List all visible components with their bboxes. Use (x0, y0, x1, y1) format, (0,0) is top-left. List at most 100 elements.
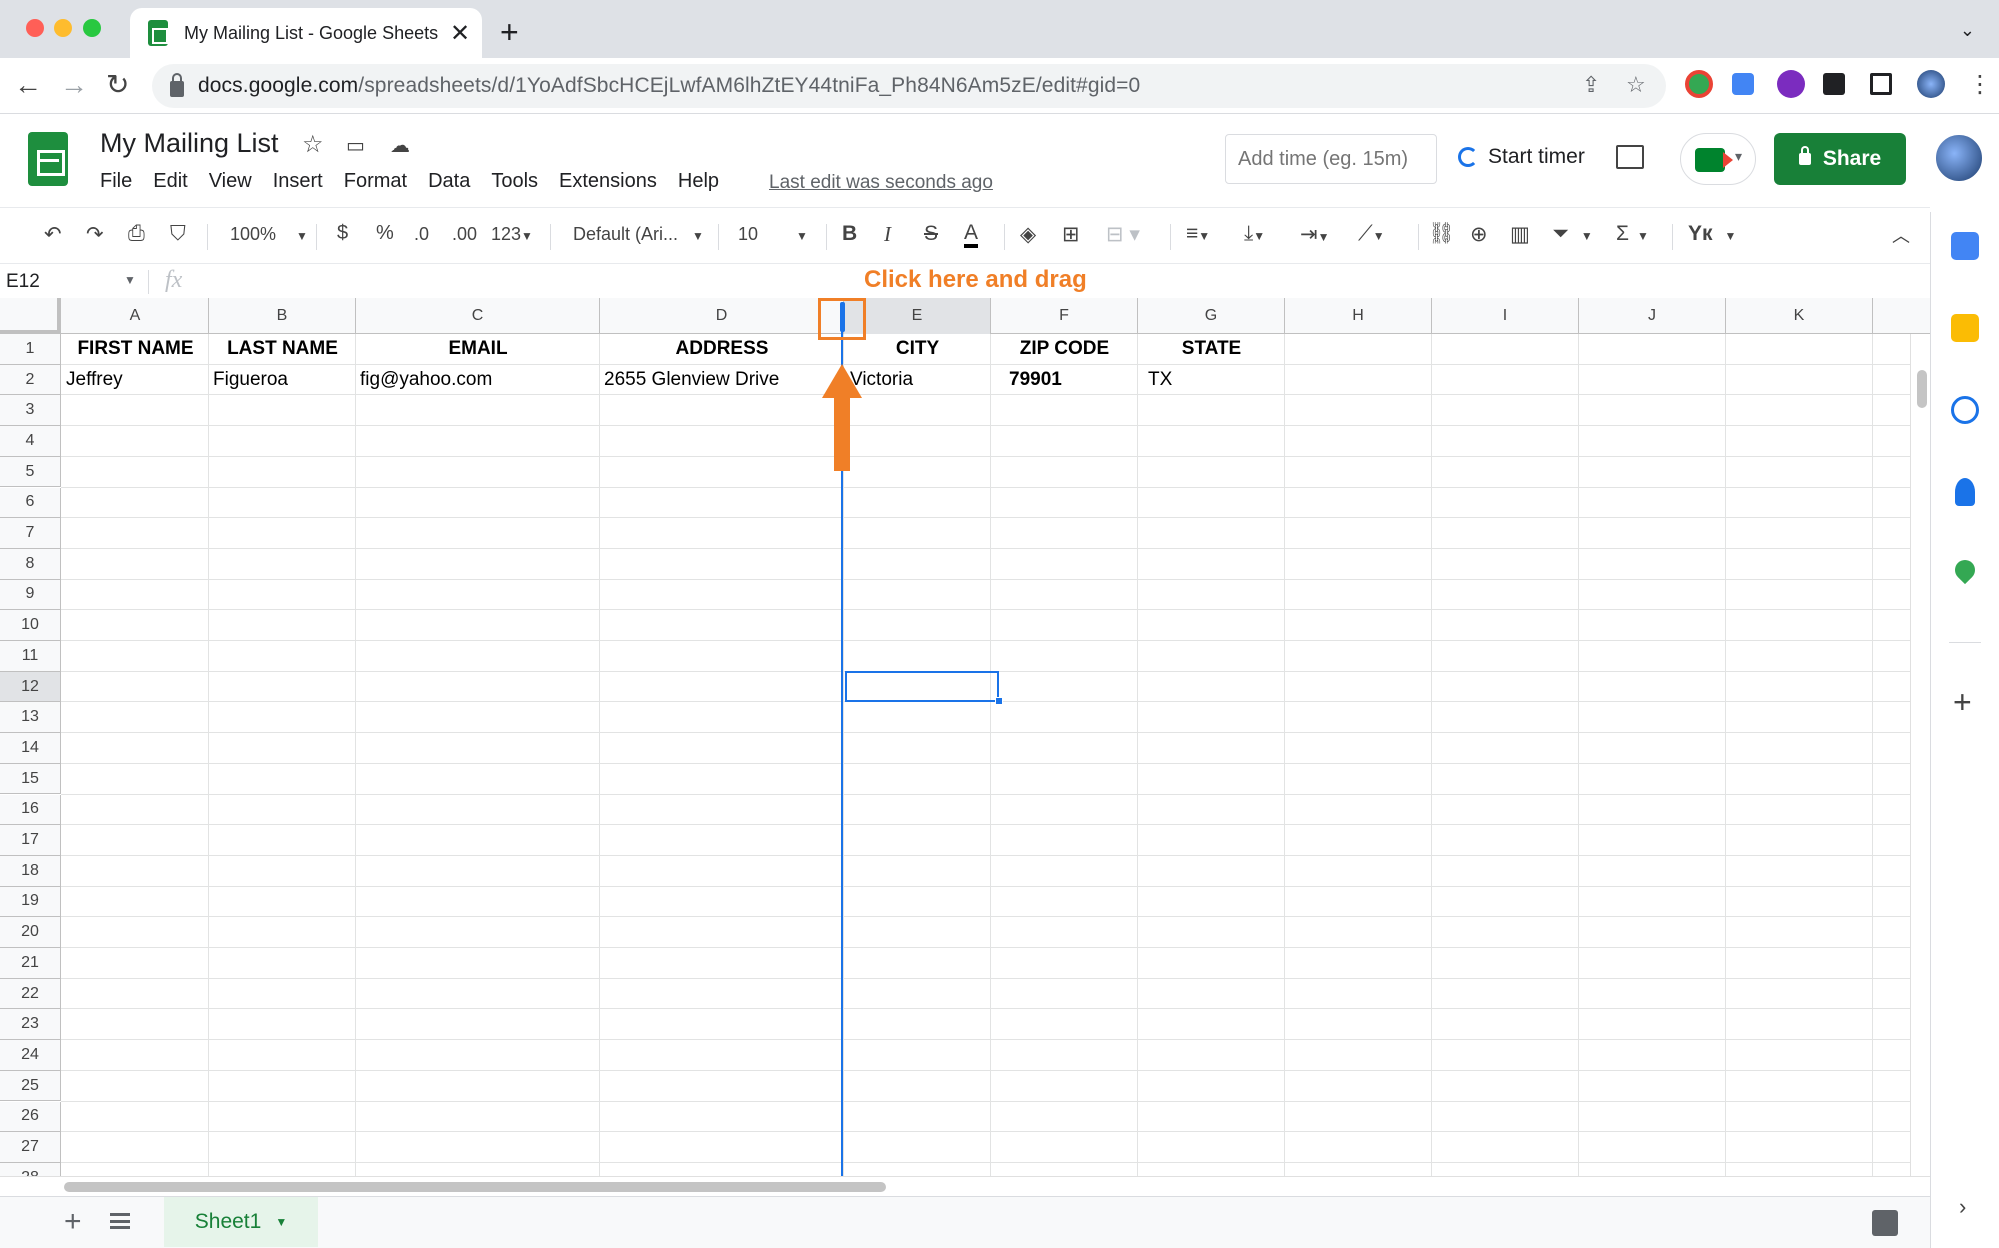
row-header-1[interactable]: 1 (0, 334, 61, 365)
print-icon[interactable]: ⎙ (128, 222, 145, 246)
row-header-25[interactable]: 25 (0, 1070, 61, 1102)
cell-C2[interactable]: fig@yahoo.com (360, 365, 492, 395)
text-rotation-icon[interactable]: ⟋▼ (1358, 222, 1385, 246)
cell-D2[interactable]: 2655 Glenview Drive (604, 365, 779, 395)
insert-link-icon[interactable]: ⛓ (1428, 222, 1455, 246)
insert-comment-icon[interactable]: ⊕ (1470, 222, 1488, 247)
cell-B2[interactable]: Figueroa (213, 365, 288, 395)
row-header-8[interactable]: 8 (0, 548, 61, 580)
italic-button[interactable]: I (884, 222, 891, 247)
vertical-scrollbar[interactable] (1910, 334, 1930, 1176)
column-header-F[interactable]: F (991, 298, 1138, 334)
merge-cells-icon[interactable]: ⊟ ▾ (1106, 222, 1140, 247)
menu-file[interactable]: File (100, 170, 132, 193)
tab-close-icon[interactable]: ✕ (450, 19, 470, 48)
row-header-15[interactable]: 15 (0, 763, 61, 795)
side-panel-icon[interactable] (1870, 73, 1892, 95)
column-header-C[interactable]: C (356, 298, 600, 334)
row-header-12[interactable]: 12 (0, 671, 61, 703)
row-header-23[interactable]: 23 (0, 1009, 61, 1041)
menu-format[interactable]: Format (344, 170, 407, 193)
cell-F1[interactable]: ZIP CODE (991, 334, 1138, 364)
row-header-7[interactable]: 7 (0, 518, 61, 549)
row-header-2[interactable]: 2 (0, 364, 61, 396)
paint-format-icon[interactable]: ⛉ (170, 222, 186, 246)
forward-arrow-icon[interactable]: → (60, 70, 88, 100)
name-box[interactable]: E12 (6, 271, 40, 293)
filter-icon[interactable]: ⏷ ▼ (1552, 222, 1593, 246)
row-header-13[interactable]: 13 (0, 702, 61, 734)
profile-avatar[interactable] (1917, 70, 1945, 98)
cell-F2[interactable]: 79901 (1009, 365, 1062, 395)
sheet-tab-caret-icon[interactable]: ▼ (275, 1215, 287, 1229)
menu-view[interactable]: View (209, 170, 252, 193)
input-tools-icon[interactable]: Yк ▼ (1688, 222, 1736, 246)
strikethrough-button[interactable]: S (924, 222, 938, 246)
cloud-status-icon[interactable]: ☁ (390, 133, 410, 158)
menu-edit[interactable]: Edit (153, 170, 187, 193)
browser-tab[interactable]: My Mailing List - Google Sheets ✕ (130, 8, 482, 58)
column-header-I[interactable]: I (1432, 298, 1579, 334)
vertical-align-icon[interactable]: ⤓▼ (1244, 222, 1265, 246)
meet-button[interactable]: ▾ (1680, 133, 1756, 185)
menu-data[interactable]: Data (428, 170, 470, 193)
selected-cell-E12[interactable] (845, 671, 999, 702)
minimize-window-button[interactable] (54, 19, 72, 37)
row-header-19[interactable]: 19 (0, 886, 61, 918)
insert-chart-icon[interactable]: ▥ (1510, 222, 1530, 247)
start-timer-button[interactable]: Start timer (1458, 145, 1585, 169)
row-header-14[interactable]: 14 (0, 733, 61, 764)
back-arrow-icon[interactable]: ← (14, 70, 42, 100)
hide-side-panel-icon[interactable]: › (1959, 1194, 1966, 1220)
sheet-tab-sheet1[interactable]: Sheet1 ▼ (164, 1197, 318, 1247)
text-color-button[interactable]: A (964, 222, 979, 248)
functions-button[interactable]: Σ ▼ (1616, 222, 1649, 246)
bookmark-star-icon[interactable]: ☆ (1626, 72, 1646, 98)
tab-search-chevron-icon[interactable]: ⌄ (1960, 20, 1975, 41)
close-window-button[interactable] (26, 19, 44, 37)
horizontal-align-icon[interactable]: ≡▼ (1186, 222, 1210, 246)
account-avatar[interactable] (1934, 133, 1984, 183)
font-family-select[interactable]: Default (Ari... ▼ (573, 224, 704, 245)
name-box-caret-icon[interactable]: ▼ (124, 273, 136, 287)
horizontal-scroll-thumb[interactable] (64, 1182, 886, 1192)
menu-insert[interactable]: Insert (273, 170, 323, 193)
new-tab-button[interactable]: + (500, 14, 519, 51)
menu-tools[interactable]: Tools (491, 170, 538, 193)
decrease-decimal-button[interactable]: .0 (414, 224, 429, 245)
maximize-window-button[interactable] (83, 19, 101, 37)
vertical-scroll-thumb[interactable] (1917, 370, 1927, 408)
cell-D1[interactable]: ADDRESS (600, 334, 844, 364)
column-header-K[interactable]: K (1726, 298, 1873, 334)
column-header-D[interactable]: D (600, 298, 844, 334)
column-header-E[interactable]: E (844, 298, 991, 334)
zoom-select[interactable]: 100% ▼ (230, 224, 308, 245)
fill-color-icon[interactable]: ◈ (1020, 222, 1036, 247)
doc-title[interactable]: My Mailing List (100, 128, 279, 159)
cell-A2[interactable]: Jeffrey (66, 365, 123, 395)
tasks-icon[interactable] (1951, 396, 1979, 424)
cell-G2[interactable]: TX (1148, 365, 1172, 395)
row-header-6[interactable]: 6 (0, 487, 61, 519)
maps-icon[interactable] (1950, 555, 1980, 585)
move-folder-icon[interactable]: ▭ (346, 133, 365, 158)
menu-help[interactable]: Help (678, 170, 719, 193)
last-edit-link[interactable]: Last edit was seconds ago (769, 172, 993, 194)
row-header-10[interactable]: 10 (0, 610, 61, 641)
increase-decimal-button[interactable]: .00 (452, 224, 477, 245)
undo-icon[interactable]: ↶ (44, 222, 62, 247)
row-header-18[interactable]: 18 (0, 855, 61, 887)
row-header-17[interactable]: 17 (0, 825, 61, 856)
row-header-21[interactable]: 21 (0, 948, 61, 979)
fill-handle[interactable] (995, 697, 1003, 705)
all-sheets-icon[interactable] (110, 1213, 130, 1229)
explore-icon[interactable] (1872, 1210, 1898, 1236)
column-header-B[interactable]: B (209, 298, 356, 334)
column-header-H[interactable]: H (1285, 298, 1432, 334)
get-addons-icon[interactable]: + (1953, 684, 1972, 721)
row-header-20[interactable]: 20 (0, 917, 61, 948)
row-header-5[interactable]: 5 (0, 456, 61, 488)
row-header-3[interactable]: 3 (0, 395, 61, 427)
add-time-input[interactable] (1225, 134, 1437, 184)
comment-history-icon[interactable] (1616, 145, 1644, 169)
